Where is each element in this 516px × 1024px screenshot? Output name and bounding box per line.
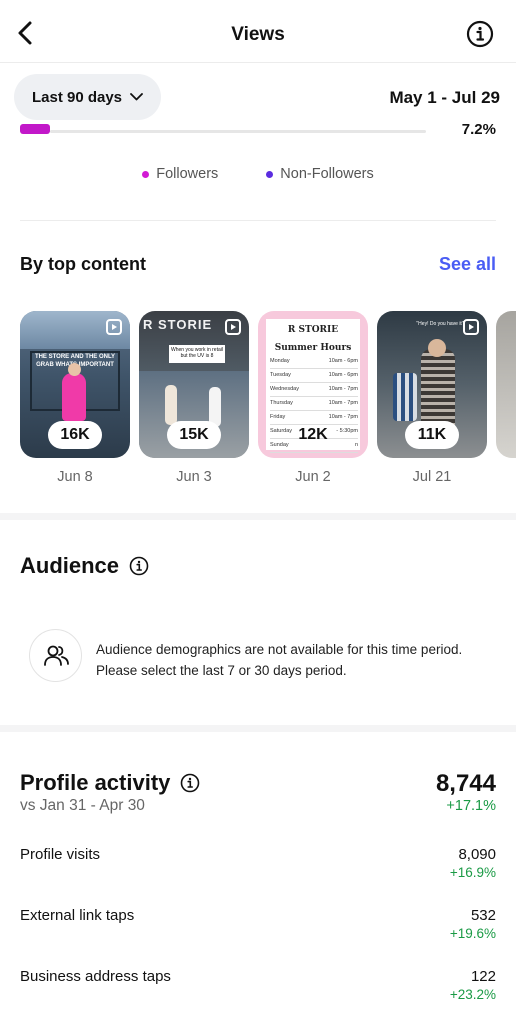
hours-row: Monday 10am - 6pm <box>270 355 358 369</box>
hours-time: 10am - 7pm <box>328 400 358 406</box>
legend-followers: Followers <box>142 166 218 182</box>
hours-day: Monday <box>270 358 290 364</box>
info-icon[interactable] <box>180 773 200 793</box>
audience-header: Audience <box>20 553 149 579</box>
profile-activity-header: Profile activity <box>20 770 200 796</box>
metric-label: External link taps <box>20 907 135 924</box>
metric-change: +23.2% <box>449 987 496 1002</box>
metric-label: Business address taps <box>20 968 171 985</box>
metric-value: 122 <box>470 968 496 985</box>
views-badge: 15K <box>167 421 221 449</box>
followers-bar <box>20 124 50 134</box>
date-range-dropdown[interactable]: Last 90 days <box>14 74 161 120</box>
partial-percent: 7.2% <box>461 121 496 138</box>
top-content-carousel[interactable]: THE STORE AND THE ONLY GRAB WHATS IMPORT… <box>20 311 516 491</box>
partial-chart-row: 7.2% <box>0 120 516 140</box>
content-card[interactable]: R STORIE When you work in retail but the… <box>139 311 249 485</box>
store-sign: R STORIE <box>143 317 213 332</box>
content-card[interactable] <box>496 311 516 458</box>
content-date: Jun 2 <box>295 469 331 485</box>
metric-value: 532 <box>470 907 496 924</box>
views-badge: 16K <box>48 421 102 449</box>
section-separator <box>0 725 516 732</box>
profile-activity-total: 8,744 <box>435 770 496 797</box>
section-separator <box>0 513 516 520</box>
hours-day: Sunday <box>270 442 289 448</box>
info-icon[interactable] <box>129 556 149 576</box>
content-card[interactable]: R STORIE Summer Hours Monday 10am - 6pm Tu… <box>258 311 368 485</box>
content-date: Jun 3 <box>176 469 212 485</box>
reel-icon <box>106 319 122 335</box>
bar-track <box>50 130 426 133</box>
hours-day: Tuesday <box>270 372 291 378</box>
content-thumbnail[interactable]: THE STORE AND THE ONLY GRAB WHATS IMPORT… <box>20 311 130 458</box>
content-card[interactable]: "Hey! Do you have it" 11K Jul 21 <box>377 311 487 485</box>
hours-time: n <box>354 442 358 448</box>
header-divider <box>0 62 516 63</box>
legend-non-followers: Non-Followers <box>266 166 374 182</box>
metric-change: +16.9% <box>449 865 496 880</box>
hours-day: Wednesday <box>270 386 299 392</box>
hours-row: Wednesday 10am - 7pm <box>270 383 358 397</box>
info-icon <box>466 20 494 48</box>
followers-dot <box>142 170 150 178</box>
reel-icon <box>344 319 360 335</box>
audience-title: Audience <box>20 553 120 578</box>
reel-icon <box>225 319 241 335</box>
hours-time: 10am - 7pm <box>328 386 358 392</box>
profile-activity-title: Profile activity <box>20 770 171 795</box>
see-all-link[interactable]: See all <box>439 254 496 275</box>
views-badge: 11K <box>405 421 459 449</box>
section-divider <box>20 220 496 221</box>
date-range-dropdown-label: Last 90 days <box>31 88 123 106</box>
hours-time: 10am - 6pm <box>328 358 358 364</box>
content-thumbnail[interactable]: "Hey! Do you have it" 11K <box>377 311 487 458</box>
hours-day: Friday <box>270 414 286 420</box>
content-date: Jun 8 <box>57 469 93 485</box>
non-followers-dot <box>266 170 274 178</box>
info-button[interactable] <box>466 20 494 48</box>
content-date: Jul 21 <box>412 469 452 485</box>
reel-icon <box>463 319 479 335</box>
hours-time: 10am - 6pm <box>328 372 358 378</box>
date-range-text: May 1 - Jul 29 <box>389 88 500 107</box>
legend-label: Followers <box>156 166 219 182</box>
hours-row: Tuesday 10am - 6pm <box>270 369 358 383</box>
profile-activity-change: +17.1% <box>446 798 496 814</box>
top-content-title: By top content <box>20 254 146 274</box>
content-thumbnail[interactable]: R STORIE When you work in retail but the… <box>139 311 249 458</box>
metric-change: +19.6% <box>449 926 496 941</box>
chevron-down-icon <box>130 93 143 101</box>
content-card[interactable]: THE STORE AND THE ONLY GRAB WHATS IMPORT… <box>20 311 130 485</box>
hours-row: Thursday 10am - 7pm <box>270 397 358 411</box>
hours-title: Summer Hours <box>274 343 352 353</box>
content-thumbnail[interactable]: R STORIE Summer Hours Monday 10am - 6pm Tu… <box>258 311 368 458</box>
comparison-period: vs Jan 31 - Apr 30 <box>20 797 145 814</box>
chart-legend: Followers Non-Followers <box>0 166 516 182</box>
audience-message: Audience demographics are not available … <box>96 642 463 678</box>
metric-label: Profile visits <box>20 846 101 863</box>
hours-day: Thursday <box>270 400 293 406</box>
page-title: Views <box>231 24 285 45</box>
top-bar: Views <box>0 0 516 66</box>
audience-icon-wrap <box>29 629 82 682</box>
thumbnail-caption: When you work in retail but the UV is 8 <box>169 345 225 363</box>
metric-value: 8,090 <box>458 846 496 863</box>
content-thumbnail[interactable] <box>496 311 516 458</box>
people-icon <box>43 645 69 666</box>
views-badge: 12K <box>298 426 328 443</box>
legend-label: Non-Followers <box>280 166 374 182</box>
